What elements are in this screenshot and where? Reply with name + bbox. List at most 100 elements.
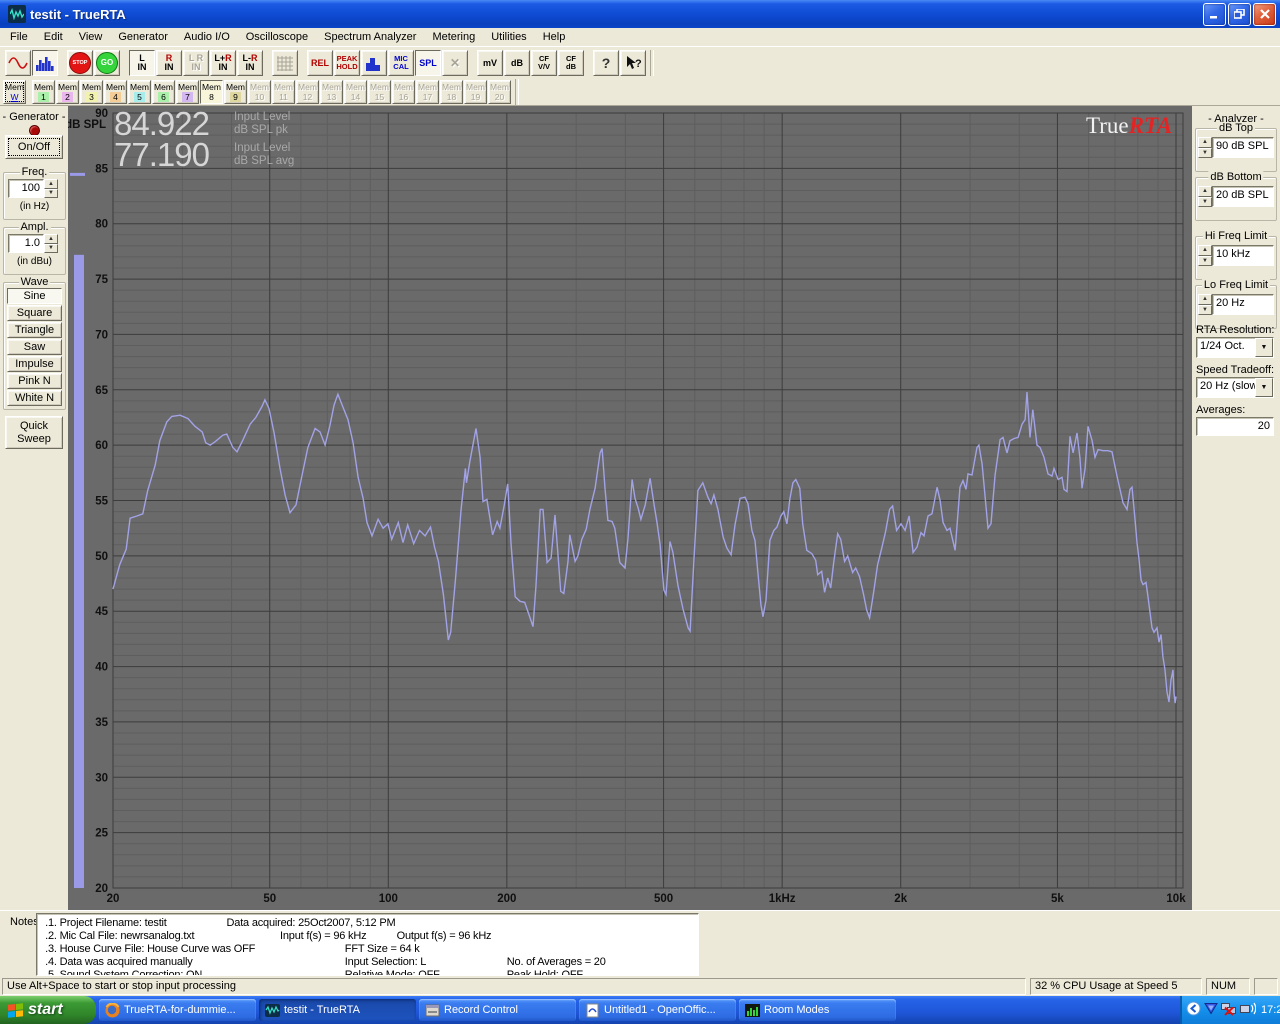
memory-button-7[interactable]: Mem7 <box>176 80 199 104</box>
wave-button-white-n[interactable]: White N <box>7 390 62 406</box>
generator-onoff-button[interactable]: On/Off <box>5 135 63 159</box>
input-l-minus-r-button[interactable]: L-RIN <box>237 50 263 76</box>
help-button[interactable]: ? <box>593 50 619 76</box>
taskbar-button-untitled1-openoffic[interactable]: Untitled1 - OpenOffic... <box>579 999 736 1021</box>
menu-item-edit[interactable]: Edit <box>36 29 71 45</box>
network-activity-icon[interactable] <box>1240 1002 1256 1019</box>
db-top-input[interactable]: 90 dB SPL <box>1212 137 1274 158</box>
freq-up-button[interactable]: ▲ <box>44 179 58 189</box>
memory-button-9[interactable]: Mem9 <box>224 80 247 104</box>
network-offline-icon[interactable] <box>1221 1002 1237 1019</box>
menu-item-generator[interactable]: Generator <box>110 29 176 45</box>
taskbar-button-truerta-for-dummie[interactable]: TrueRTA-for-dummie... <box>99 999 256 1021</box>
ampl-up-button[interactable]: ▲ <box>44 234 58 244</box>
close-icon[interactable] <box>1253 3 1276 26</box>
menu-item-view[interactable]: View <box>71 29 111 45</box>
svg-text:100: 100 <box>379 893 398 905</box>
ampl-input[interactable]: 1.0 <box>8 234 44 253</box>
memory-button-5[interactable]: Mem5 <box>128 80 151 104</box>
memory-button-16: Mem16 <box>392 80 415 104</box>
crest-factor-vv-button[interactable]: CFV/V <box>531 50 557 76</box>
wave-button-square[interactable]: Square <box>7 305 62 321</box>
crest-factor-db-button[interactable]: CFdB <box>558 50 584 76</box>
averages-input[interactable]: 20 <box>1196 417 1274 436</box>
lo-freq-limit-up-button[interactable]: ▲ <box>1198 294 1212 305</box>
relative-mode-button[interactable]: REL <box>307 50 333 76</box>
chevron-down-icon[interactable]: ▼ <box>1255 338 1273 357</box>
memory-button-w[interactable]: MemW <box>3 80 26 104</box>
speed-tradeoff-select[interactable]: 20 Hz (slow) ▼ <box>1196 377 1274 398</box>
millivolts-button[interactable]: mV <box>477 50 503 76</box>
wave-button-triangle[interactable]: Triangle <box>7 322 62 338</box>
input-right-button[interactable]: RIN <box>156 50 182 76</box>
context-help-button[interactable]: ? <box>620 50 646 76</box>
freq-down-button[interactable]: ▼ <box>44 189 58 199</box>
db-bottom-label: dB Bottom <box>1208 171 1263 183</box>
minimize-button[interactable] <box>1203 3 1226 26</box>
mic-cal-button[interactable]: MICCAL <box>388 50 414 76</box>
memory-button-8[interactable]: Mem8 <box>200 80 223 104</box>
collapse-chevron-icon[interactable] <box>1186 1001 1201 1019</box>
svg-text:55: 55 <box>95 496 108 508</box>
svg-text:10k: 10k <box>1166 893 1186 905</box>
window-title: testit - TrueRTA <box>30 7 1203 22</box>
go-button[interactable]: GO <box>94 50 120 76</box>
freq-input[interactable]: 100 <box>8 179 44 198</box>
svg-text:40: 40 <box>95 662 108 674</box>
input-l-plus-r-button[interactable]: L+RIN <box>210 50 236 76</box>
svg-text:30: 30 <box>95 772 108 784</box>
hi-freq-limit-input[interactable]: 10 kHz <box>1212 245 1274 266</box>
taskbar-button-record-control[interactable]: Record Control <box>419 999 576 1021</box>
taskbar-button-room-modes[interactable]: Room Modes <box>739 999 896 1021</box>
db-top-down-button[interactable]: ▼ <box>1198 148 1212 159</box>
note-line-3: .3. House Curve File: House Curve was OF… <box>37 943 698 956</box>
spl-button[interactable]: SPL <box>415 50 441 76</box>
menu-item-oscilloscope[interactable]: Oscilloscope <box>238 29 316 45</box>
status-bar: Use Alt+Space to start or stop input pro… <box>0 977 1280 996</box>
wave-button-pink-n[interactable]: Pink N <box>7 373 62 389</box>
bar-display-button[interactable] <box>361 50 387 76</box>
hi-freq-limit-up-button[interactable]: ▲ <box>1198 245 1212 256</box>
spectrum-display-button[interactable] <box>32 50 58 76</box>
start-button[interactable]: start <box>0 996 96 1024</box>
rta-resolution-select[interactable]: 1/24 Oct. ▼ <box>1196 337 1274 358</box>
db-bottom-up-button[interactable]: ▲ <box>1198 186 1212 197</box>
restore-button[interactable] <box>1228 3 1251 26</box>
record-icon <box>424 1002 440 1018</box>
memory-button-1[interactable]: Mem1 <box>32 80 55 104</box>
menu-item-spectrum-analyzer[interactable]: Spectrum Analyzer <box>316 29 424 45</box>
db-top-up-button[interactable]: ▲ <box>1198 137 1212 148</box>
db-bottom-input[interactable]: 20 dB SPL <box>1212 186 1274 207</box>
input-left-button[interactable]: LIN <box>129 50 155 76</box>
avg-level-label: Input LeveldB SPL avg <box>234 139 294 168</box>
lo-freq-limit-down-button[interactable]: ▼ <box>1198 305 1212 316</box>
menu-item-metering[interactable]: Metering <box>424 29 483 45</box>
taskbar-button-testit-truerta[interactable]: testit - TrueRTA <box>259 999 416 1021</box>
memory-button-3[interactable]: Mem3 <box>80 80 103 104</box>
menu-item-file[interactable]: File <box>2 29 36 45</box>
decibels-button[interactable]: dB <box>504 50 530 76</box>
menu-item-help[interactable]: Help <box>535 29 574 45</box>
menu-item-utilities[interactable]: Utilities <box>483 29 534 45</box>
generator-display-button[interactable] <box>5 50 31 76</box>
chevron-down-icon[interactable]: ▼ <box>1255 378 1273 397</box>
roommodes-icon <box>744 1002 760 1018</box>
menu-item-audio-i-o[interactable]: Audio I/O <box>176 29 238 45</box>
freq-unit: (in Hz) <box>4 201 65 212</box>
messenger-triangle-icon[interactable] <box>1204 1002 1218 1018</box>
memory-button-4[interactable]: Mem4 <box>104 80 127 104</box>
wave-button-impulse[interactable]: Impulse <box>7 356 62 372</box>
peak-hold-button[interactable]: PEAKHOLD <box>334 50 360 76</box>
stop-button[interactable]: STOP <box>67 50 93 76</box>
notes-text-area[interactable]: .1. Project Filename: testitData acquire… <box>36 913 699 976</box>
wave-button-sine[interactable]: Sine <box>7 288 62 304</box>
memory-button-6[interactable]: Mem6 <box>152 80 175 104</box>
lo-freq-limit-input[interactable]: 20 Hz <box>1212 294 1274 315</box>
db-bottom-down-button[interactable]: ▼ <box>1198 197 1212 208</box>
ampl-down-button[interactable]: ▼ <box>44 244 58 254</box>
memory-button-2[interactable]: Mem2 <box>56 80 79 104</box>
wave-button-saw[interactable]: Saw <box>7 339 62 355</box>
hi-freq-limit-down-button[interactable]: ▼ <box>1198 256 1212 267</box>
quick-sweep-button[interactable]: Quick Sweep <box>5 416 63 449</box>
averages-label: Averages: <box>1196 404 1245 416</box>
